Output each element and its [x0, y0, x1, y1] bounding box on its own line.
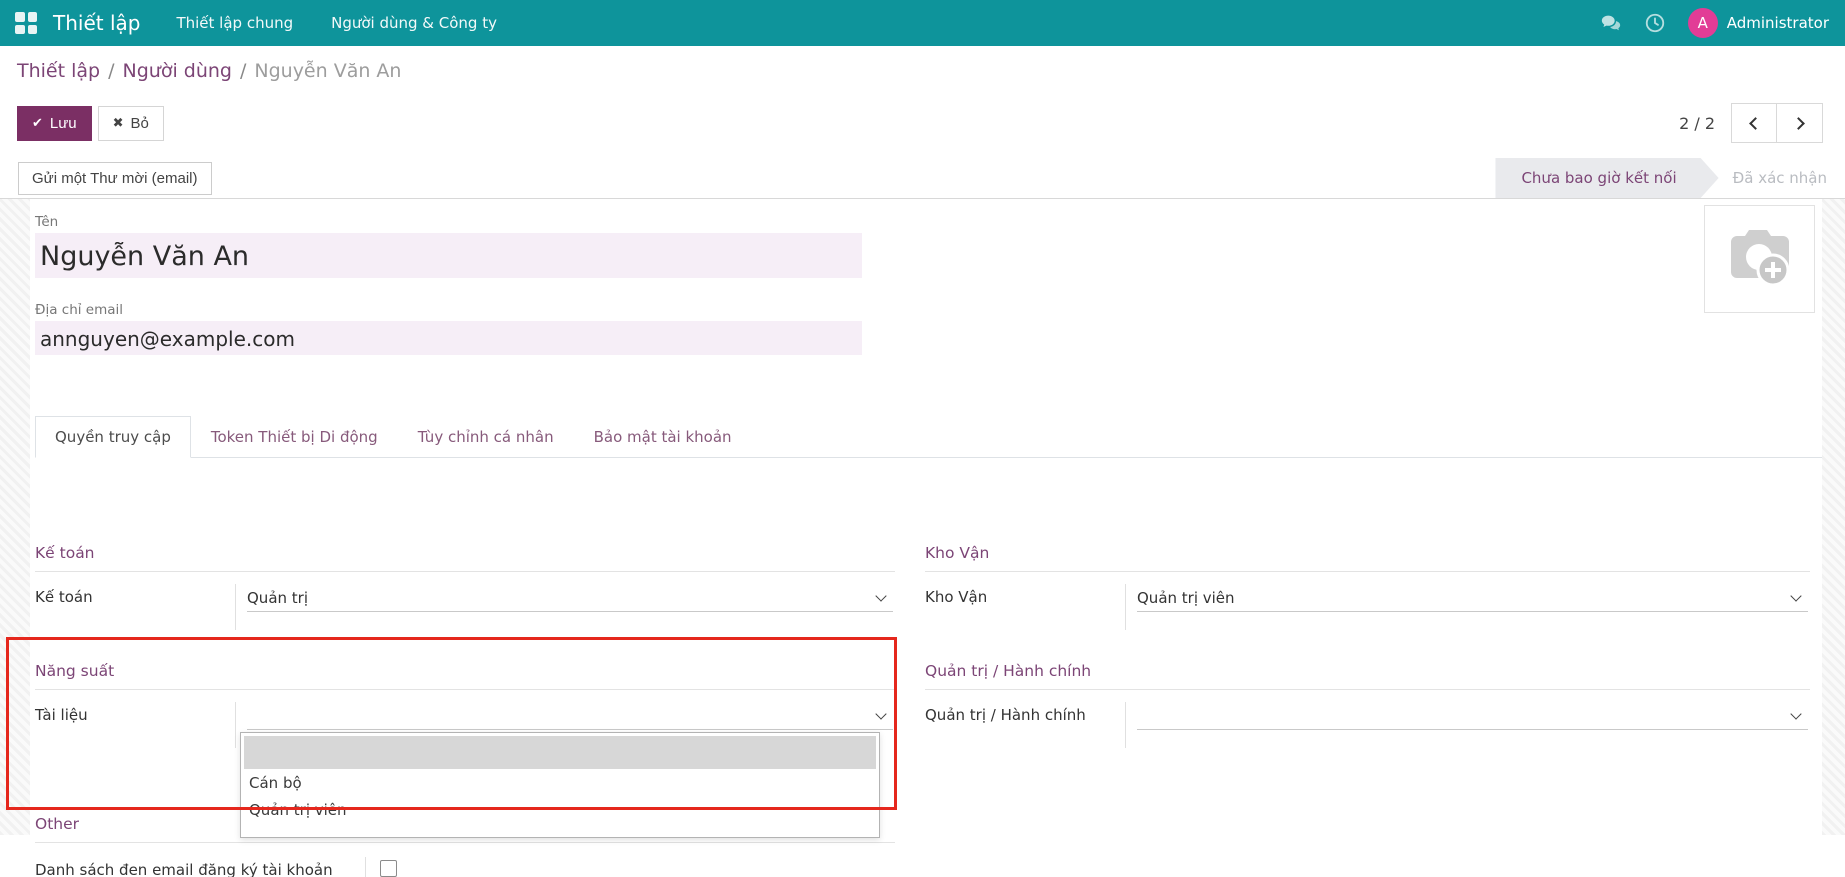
breadcrumb-settings[interactable]: Thiết lập	[17, 60, 100, 82]
top-navbar: Thiết lập Thiết lập chung Người dùng & C…	[0, 0, 1845, 46]
activities-clock-icon[interactable]	[1644, 12, 1666, 34]
x-icon: ✖	[113, 115, 124, 131]
administration-select[interactable]	[1137, 702, 1808, 730]
chevron-down-icon	[1790, 708, 1801, 719]
breadcrumb: Thiết lập/Người dùng/Nguyễn Văn An	[0, 46, 1845, 96]
tab-account-security[interactable]: Bảo mật tài khoản	[574, 416, 752, 458]
chevron-down-icon	[875, 708, 886, 719]
save-button[interactable]: ✔ Lưu	[17, 106, 92, 141]
chevron-down-icon	[1790, 590, 1801, 601]
avatar-upload-box[interactable]	[1704, 205, 1815, 313]
name-input[interactable]	[35, 233, 862, 278]
group-inventory: Kho Vận Kho Vận Quản trị viên	[925, 544, 1810, 630]
dropdown-option-empty[interactable]	[244, 736, 876, 769]
inventory-select[interactable]: Quản trị viên	[1137, 584, 1808, 612]
group-title-administration: Quản trị / Hành chính	[925, 662, 1810, 690]
group-administration: Quản trị / Hành chính Quản trị / Hành ch…	[925, 662, 1810, 748]
notebook-tabs: Quyền truy cập Token Thiết bị Di động Tù…	[35, 416, 1822, 458]
blacklist-field-label: Danh sách đen email đăng ký tài khoản	[35, 857, 365, 877]
pager-next-button[interactable]	[1777, 103, 1823, 143]
breadcrumb-current-record: Nguyễn Văn An	[254, 60, 401, 82]
documents-select[interactable]	[247, 702, 893, 730]
check-icon: ✔	[32, 115, 43, 131]
chevron-down-icon	[875, 590, 886, 601]
tab-access-rights[interactable]: Quyền truy cập	[35, 416, 191, 458]
left-margin	[0, 199, 30, 835]
administration-field-label: Quản trị / Hành chính	[925, 702, 1125, 748]
group-accounting: Kế toán Kế toán Quản trị	[35, 544, 895, 630]
apps-menu-icon[interactable]	[15, 12, 37, 34]
group-productivity: Năng suất Tài liệu Cán bộ Quản trị v	[35, 662, 895, 748]
group-title-inventory: Kho Vận	[925, 544, 1810, 572]
name-field-label: Tên	[35, 214, 1822, 230]
blacklist-checkbox[interactable]	[380, 860, 397, 877]
menu-general-settings[interactable]: Thiết lập chung	[176, 14, 293, 32]
statusbar-row: Gửi một Thư mời (email) Chưa bao giờ kết…	[0, 158, 1845, 199]
chevron-right-icon	[1792, 117, 1805, 130]
tab-pane-access-rights: Kế toán Kế toán Quản trị Năng suất	[35, 458, 1822, 877]
app-title[interactable]: Thiết lập	[53, 11, 140, 35]
messages-icon[interactable]	[1600, 12, 1622, 34]
chevron-left-icon	[1749, 117, 1762, 130]
form-sheet: Tên Địa chỉ email Quyền truy cập Token T…	[30, 199, 1822, 835]
group-title-accounting: Kế toán	[35, 544, 895, 572]
camera-plus-icon	[1723, 226, 1797, 292]
tab-preferences[interactable]: Tùy chỉnh cá nhân	[398, 416, 574, 458]
control-panel-buttons: ✔ Lưu ✖ Bỏ 2 / 2	[0, 96, 1845, 142]
discard-button[interactable]: ✖ Bỏ	[98, 106, 164, 141]
tab-mobile-device-token[interactable]: Token Thiết bị Di động	[191, 416, 398, 458]
status-never-connected[interactable]: Chưa bao giờ kết nối	[1495, 158, 1718, 198]
breadcrumb-users[interactable]: Người dùng	[123, 60, 232, 82]
email-field-label: Địa chỉ email	[35, 302, 1822, 318]
inventory-field-label: Kho Vận	[925, 584, 1125, 630]
email-input[interactable]	[35, 321, 862, 355]
pager-count: 2 / 2	[1679, 114, 1715, 133]
status-confirmed[interactable]: Đã xác nhận	[1719, 158, 1845, 198]
group-title-productivity: Năng suất	[35, 662, 895, 690]
send-invitation-button[interactable]: Gửi một Thư mời (email)	[18, 162, 212, 195]
documents-field-label: Tài liệu	[35, 702, 235, 748]
documents-select-dropdown: Cán bộ Quản trị viên	[240, 732, 880, 838]
accounting-select[interactable]: Quản trị	[247, 584, 893, 612]
menu-users-companies[interactable]: Người dùng & Công ty	[331, 14, 497, 32]
user-menu[interactable]: A Administrator	[1688, 8, 1829, 38]
accounting-field-label: Kế toán	[35, 584, 235, 630]
statusbar: Chưa bao giờ kết nối Đã xác nhận	[1495, 158, 1845, 198]
app-menu: Thiết lập chung Người dùng & Công ty	[176, 14, 497, 32]
user-avatar[interactable]: A	[1688, 8, 1718, 38]
right-margin	[1822, 199, 1845, 835]
dropdown-option-quan-tri-vien[interactable]: Quản trị viên	[241, 798, 879, 825]
pager-previous-button[interactable]	[1731, 103, 1777, 143]
user-name: Administrator	[1727, 14, 1829, 32]
dropdown-option-can-bo[interactable]: Cán bộ	[241, 771, 879, 798]
